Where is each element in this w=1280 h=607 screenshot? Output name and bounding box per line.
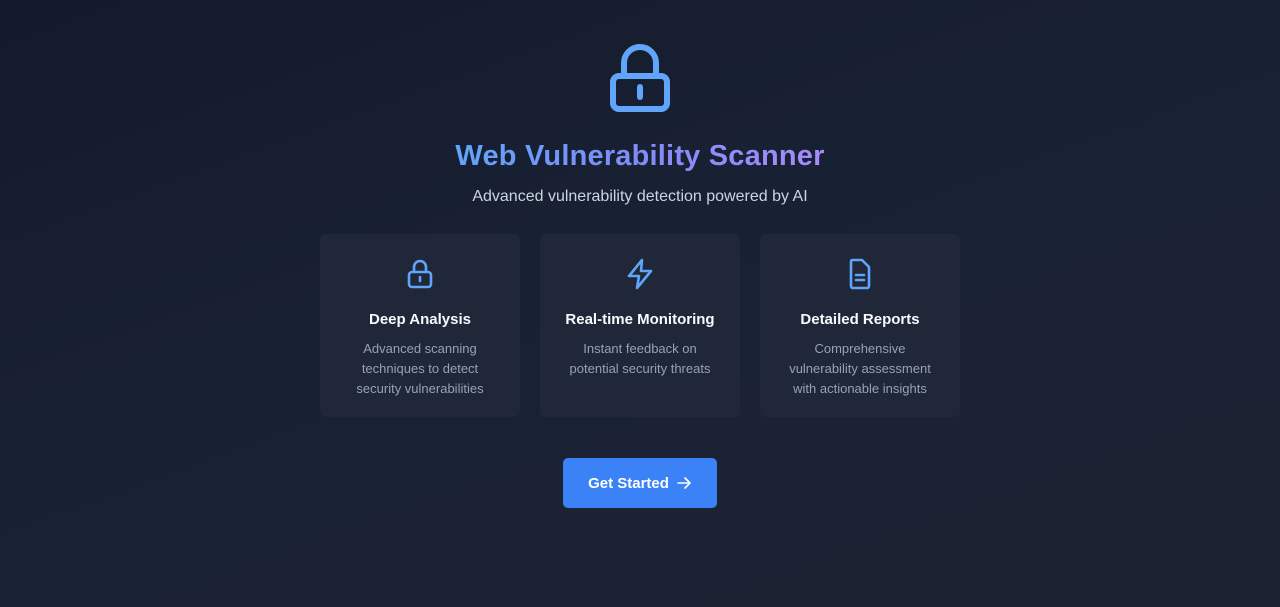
lock-icon xyxy=(407,259,433,289)
get-started-button[interactable]: Get Started xyxy=(563,458,717,508)
feature-card-real-time-monitoring: Real-time Monitoring Instant feedback on… xyxy=(540,234,740,417)
feature-description: Instant feedback on potential security t… xyxy=(569,341,711,376)
page-title: Web Vulnerability Scanner xyxy=(455,140,825,172)
document-icon xyxy=(849,258,871,290)
feature-title: Detailed Reports xyxy=(800,311,920,328)
lightning-bolt-icon xyxy=(627,258,653,290)
arrow-right-icon xyxy=(677,477,691,489)
feature-title: Deep Analysis xyxy=(369,311,471,328)
feature-title: Real-time Monitoring xyxy=(565,311,715,328)
feature-cards: Deep Analysis Advanced scanning techniqu… xyxy=(320,234,960,417)
get-started-label: Get Started xyxy=(588,474,669,492)
feature-description: Advanced scanning techniques to detect s… xyxy=(356,341,484,396)
page-subtitle: Advanced vulnerability detection powered… xyxy=(472,188,808,205)
lock-icon xyxy=(610,44,670,112)
feature-card-deep-analysis: Deep Analysis Advanced scanning techniqu… xyxy=(320,234,520,417)
feature-description: Comprehensive vulnerability assessment w… xyxy=(789,341,931,396)
feature-card-detailed-reports: Detailed Reports Comprehensive vulnerabi… xyxy=(760,234,960,417)
